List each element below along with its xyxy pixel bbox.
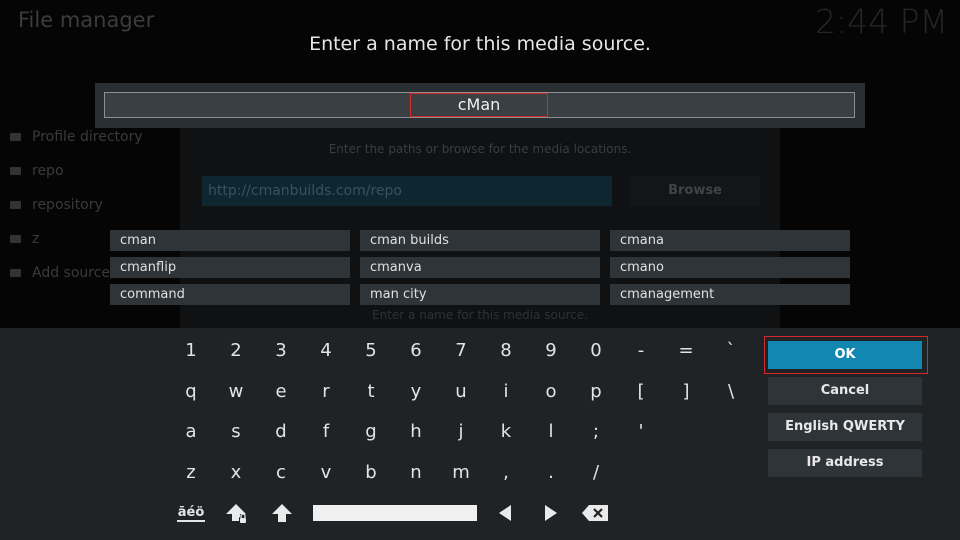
keyboard-key[interactable]: 8 bbox=[486, 336, 526, 366]
bg-window-title: File manager bbox=[18, 8, 155, 32]
space-key[interactable] bbox=[313, 505, 477, 521]
keyboard-key[interactable]: h bbox=[396, 417, 436, 447]
keyboard-key[interactable]: c bbox=[261, 458, 301, 488]
suggestion-item[interactable]: cmanagement bbox=[610, 284, 850, 305]
keyboard-key[interactable]: ' bbox=[621, 417, 661, 447]
keyboard-key[interactable]: - bbox=[621, 336, 661, 366]
keyboard-key[interactable]: k bbox=[486, 417, 526, 447]
suggestion-item[interactable]: cman builds bbox=[360, 230, 600, 251]
keyboard-key[interactable]: d bbox=[261, 417, 301, 447]
arrow-right-icon[interactable] bbox=[541, 503, 561, 523]
keyboard-key[interactable]: g bbox=[351, 417, 391, 447]
keyboard-key[interactable]: 7 bbox=[441, 336, 481, 366]
keyboard-key[interactable]: o bbox=[531, 377, 571, 407]
keyboard-key[interactable]: 3 bbox=[261, 336, 301, 366]
suggestion-item[interactable]: man city bbox=[360, 284, 600, 305]
bg-url-field: http://cmanbuilds.com/repo bbox=[202, 176, 612, 206]
bg-source-label: repo bbox=[32, 163, 64, 179]
cancel-button[interactable]: Cancel bbox=[768, 377, 922, 405]
keyboard-key[interactable]: ; bbox=[576, 417, 616, 447]
suggestion-item[interactable]: command bbox=[110, 284, 350, 305]
symbols-key[interactable]: āéö bbox=[171, 498, 211, 528]
arrow-left-icon[interactable] bbox=[495, 503, 515, 523]
keyboard-key[interactable]: m bbox=[441, 458, 481, 488]
keyboard-key[interactable]: 5 bbox=[351, 336, 391, 366]
caps-lock-icon[interactable] bbox=[225, 502, 249, 526]
keyboard-key[interactable]: b bbox=[351, 458, 391, 488]
keyboard-key[interactable]: 2 bbox=[216, 336, 256, 366]
keyboard-key[interactable]: 1 bbox=[171, 336, 211, 366]
keyboard-key[interactable]: \ bbox=[711, 377, 751, 407]
bg-path-hint: Enter the paths or browse for the media … bbox=[328, 142, 632, 156]
suggestion-item[interactable]: cman bbox=[110, 230, 350, 251]
keyboard-key[interactable]: x bbox=[216, 458, 256, 488]
keyboard-key[interactable]: a bbox=[171, 417, 211, 447]
dialog-heading: Enter a name for this media source. bbox=[309, 33, 651, 55]
keyboard-key[interactable]: / bbox=[576, 458, 616, 488]
keyboard-key[interactable]: [ bbox=[621, 377, 661, 407]
keyboard-key[interactable]: ] bbox=[666, 377, 706, 407]
keyboard-key[interactable]: s bbox=[216, 417, 256, 447]
shift-icon[interactable] bbox=[270, 502, 294, 524]
backspace-icon[interactable] bbox=[580, 503, 610, 523]
bg-source-item: repository bbox=[10, 188, 143, 222]
keyboard-key[interactable]: v bbox=[306, 458, 346, 488]
suggestion-item[interactable]: cmana bbox=[610, 230, 850, 251]
keyboard-key[interactable]: i bbox=[486, 377, 526, 407]
keyboard-key[interactable]: u bbox=[441, 377, 481, 407]
name-input-value[interactable]: cMan bbox=[410, 93, 548, 117]
keyboard-key[interactable]: 0 bbox=[576, 336, 616, 366]
keyboard-key[interactable]: j bbox=[441, 417, 481, 447]
keyboard-key[interactable]: y bbox=[396, 377, 436, 407]
suggestion-item[interactable]: cmano bbox=[610, 257, 850, 278]
bg-source-label: z bbox=[32, 231, 40, 247]
keyboard-key[interactable]: p bbox=[576, 377, 616, 407]
suggestion-item[interactable]: cmanflip bbox=[110, 257, 350, 278]
keyboard-key[interactable]: t bbox=[351, 377, 391, 407]
keyboard-key[interactable]: 9 bbox=[531, 336, 571, 366]
keyboard-key[interactable]: r bbox=[306, 377, 346, 407]
suggestion-item[interactable]: cmanva bbox=[360, 257, 600, 278]
keyboard-key[interactable]: z bbox=[171, 458, 211, 488]
symbols-key-label: āéö bbox=[176, 505, 206, 522]
folder-icon bbox=[10, 235, 21, 243]
keyboard-key[interactable]: e bbox=[261, 377, 301, 407]
keyboard-key[interactable]: l bbox=[531, 417, 571, 447]
bg-source-label: repository bbox=[32, 197, 103, 213]
bg-source-item: repo bbox=[10, 154, 143, 188]
keyboard-key[interactable]: , bbox=[486, 458, 526, 488]
keyboard-key[interactable]: q bbox=[171, 377, 211, 407]
bg-source-label: Add source bbox=[32, 265, 111, 281]
bg-browse-button: Browse bbox=[630, 176, 760, 206]
bg-source-label: Profile directory bbox=[32, 129, 143, 145]
keyboard-key[interactable]: . bbox=[531, 458, 571, 488]
keyboard-key[interactable]: = bbox=[666, 336, 706, 366]
keyboard-key[interactable]: 6 bbox=[396, 336, 436, 366]
ip-address-button[interactable]: IP address bbox=[768, 449, 922, 477]
keyboard-key[interactable]: 4 bbox=[306, 336, 346, 366]
folder-icon bbox=[10, 201, 21, 209]
keyboard-key[interactable]: w bbox=[216, 377, 256, 407]
ok-button[interactable]: OK bbox=[768, 341, 922, 369]
keyboard-key[interactable]: ` bbox=[711, 336, 751, 366]
keyboard-key[interactable]: n bbox=[396, 458, 436, 488]
keyboard-layout-button[interactable]: English QWERTY bbox=[768, 413, 922, 441]
bg-name-hint: Enter a name for this media source. bbox=[372, 308, 588, 322]
folder-icon bbox=[10, 133, 21, 141]
keyboard-key[interactable]: f bbox=[306, 417, 346, 447]
folder-icon bbox=[10, 269, 21, 277]
folder-icon bbox=[10, 167, 21, 175]
